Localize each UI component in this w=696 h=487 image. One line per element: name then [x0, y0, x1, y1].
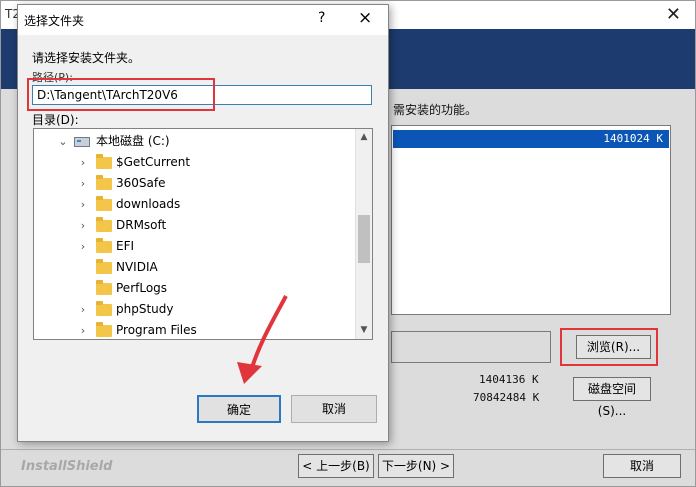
annotation-arrow [237, 295, 288, 384]
arrow-head [237, 362, 262, 384]
arrow-shaft [248, 295, 288, 375]
